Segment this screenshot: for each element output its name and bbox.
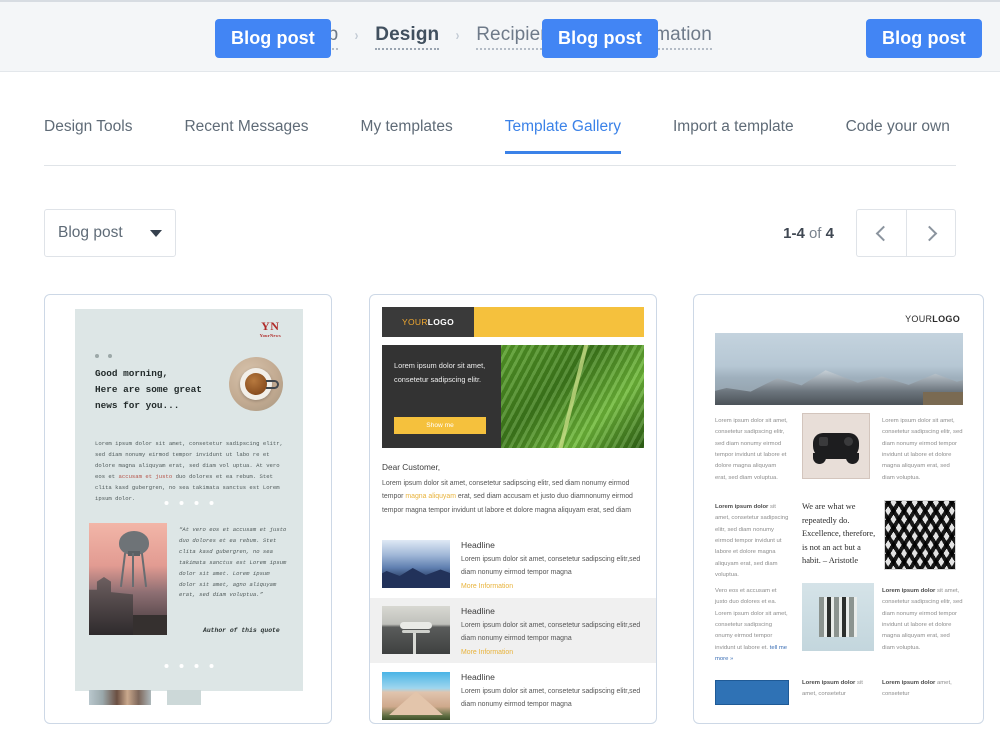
- list-item-image: [382, 606, 450, 654]
- template-preview: YN YourNews Good morning, Here are some …: [75, 309, 303, 691]
- template-column-text: Lorem ipsum dolor sit amet, consetetur s…: [882, 586, 963, 654]
- template-logo: YOURLOGO: [905, 314, 960, 324]
- list-item-link[interactable]: More Information: [461, 583, 646, 590]
- template-heading: Good morning, Here are some great news f…: [95, 366, 223, 415]
- template-logo: YN YourNews: [260, 319, 281, 338]
- list-item-image: [382, 672, 450, 720]
- pagination-range: 1-4: [783, 225, 805, 242]
- footer-thumb-image: [89, 690, 151, 705]
- template-salutation: Dear Customer,: [382, 462, 440, 472]
- chevron-down-icon: [150, 230, 162, 237]
- pagination: 1-4 of 4: [783, 209, 956, 257]
- chevron-left-icon: [875, 225, 891, 241]
- tab-recent-messages[interactable]: Recent Messages: [184, 118, 308, 154]
- logo-light: YOUR: [402, 317, 428, 327]
- logo-initials: YN: [260, 319, 281, 334]
- tab-my-templates[interactable]: My templates: [361, 118, 453, 154]
- previous-page-button[interactable]: [856, 209, 906, 257]
- tab-import-a-template[interactable]: Import a template: [673, 118, 794, 154]
- template-quote: We are what we repeatedly do. Excellence…: [802, 500, 876, 568]
- decorative-dots: [165, 664, 214, 668]
- tab-design-tools[interactable]: Design Tools: [44, 118, 132, 154]
- footer-color-block: [715, 680, 789, 705]
- decorative-dots: [165, 501, 214, 505]
- list-item-text: Lorem ipsum dolor sit amet, consetetur s…: [461, 620, 646, 646]
- game-controller-image: [802, 413, 870, 479]
- template-body-text: Lorem ipsum dolor sit amet, consetetur s…: [382, 477, 634, 517]
- template-hero: Lorem ipsum dolor sit amet, consetetur s…: [382, 345, 644, 448]
- water-tower-image: [89, 523, 167, 635]
- template-list-item[interactable]: Headline Lorem ipsum dolor sit amet, con…: [370, 532, 657, 597]
- chevron-right-icon: [922, 225, 938, 241]
- hero-text: Lorem ipsum dolor sit amet, consetetur s…: [394, 359, 489, 386]
- template-column-text: Vero eos et accusam et justo duo dolores…: [715, 586, 789, 665]
- template-card[interactable]: YOURLOGO Lorem ipsum dolor sit amet, con…: [369, 294, 657, 724]
- pagination-total: 4: [826, 225, 834, 242]
- category-filter-value: Blog post: [58, 224, 150, 242]
- hero-text-panel: Lorem ipsum dolor sit amet, consetetur s…: [382, 345, 501, 448]
- breadcrumb-step-design[interactable]: Design: [375, 24, 439, 50]
- template-column-text: Lorem ipsum dolor sit amet, consetetur s…: [715, 502, 789, 581]
- apartment-building-image: [802, 583, 874, 651]
- logo-bold: LOGO: [428, 317, 454, 327]
- template-list-item[interactable]: Headline Lorem ipsum dolor sit amet, con…: [370, 664, 657, 724]
- template-paragraph: Lorem ipsum dolor sit amet, consetetur s…: [95, 439, 285, 504]
- pagination-of: of: [809, 225, 822, 242]
- tab-bar: Design Tools Recent Messages My template…: [44, 118, 956, 166]
- template-column-text: Lorem ipsum dolor sit amet, consetetur s…: [882, 416, 963, 484]
- template-card[interactable]: YOURLOGO Lorem ipsum dolor sit amet, con…: [693, 294, 984, 724]
- list-item-text: Lorem ipsum dolor sit amet, consetetur s…: [461, 686, 646, 712]
- footer-thumb-block: [167, 690, 201, 705]
- coffee-cup-image: [229, 357, 283, 411]
- gallery-toolbar: Blog post 1-4 of 4: [44, 209, 956, 257]
- tab-template-gallery[interactable]: Template Gallery: [505, 118, 621, 154]
- template-footer-thumbs: [89, 690, 201, 705]
- logo-bold: LOGO: [932, 314, 960, 324]
- list-item-headline: Headline: [461, 540, 646, 550]
- decorative-dots: [95, 354, 112, 358]
- template-column-text: Lorem ipsum dolor sit amet, consetetur s…: [715, 416, 789, 484]
- template-badge-blog-post[interactable]: Blog post: [866, 19, 982, 58]
- template-quote-author: Author of this quote: [203, 627, 299, 634]
- breadcrumb-separator-icon: ›: [444, 27, 472, 46]
- template-footer-text: Lorem ipsum dolor amet, consetetur: [882, 678, 963, 700]
- paragraph-link: accusam et justo: [119, 473, 173, 480]
- template-list-item[interactable]: Headline Lorem ipsum dolor sit amet, con…: [370, 598, 657, 663]
- pagination-count: 1-4 of 4: [783, 225, 834, 242]
- template-footer-text: Lorem ipsum dolor sit amet, consetetur: [802, 678, 876, 700]
- template-header-bar: YOURLOGO: [382, 307, 644, 337]
- breadcrumb-separator-icon: ›: [343, 27, 371, 46]
- tab-code-your-own[interactable]: Code your own: [846, 118, 950, 154]
- template-logo: YOURLOGO: [382, 307, 474, 337]
- body-link: magna aliquyam: [405, 493, 456, 500]
- hero-cta-button[interactable]: Show me: [394, 417, 486, 434]
- list-item-link[interactable]: More Information: [461, 649, 646, 656]
- template-card[interactable]: YN YourNews Good morning, Here are some …: [44, 294, 332, 724]
- list-item-headline: Headline: [461, 672, 646, 682]
- architecture-image: [884, 500, 956, 570]
- category-filter-dropdown[interactable]: Blog post: [44, 209, 176, 257]
- template-quote: “At vero eos et accusam et justo duo dol…: [179, 525, 287, 601]
- mountain-panorama-image: [715, 333, 963, 405]
- list-item-text: Lorem ipsum dolor sit amet, consetetur s…: [461, 554, 646, 580]
- list-item-headline: Headline: [461, 606, 646, 616]
- template-badge-blog-post[interactable]: Blog post: [542, 19, 658, 58]
- green-leaf-image: [501, 345, 644, 448]
- wizard-header: Setup › Design › Recipients › Confirmati…: [0, 0, 1000, 72]
- logo-light: YOUR: [905, 314, 932, 324]
- logo-subtitle: YourNews: [260, 333, 281, 338]
- template-badge-blog-post[interactable]: Blog post: [215, 19, 331, 58]
- next-page-button[interactable]: [906, 209, 956, 257]
- list-item-image: [382, 540, 450, 588]
